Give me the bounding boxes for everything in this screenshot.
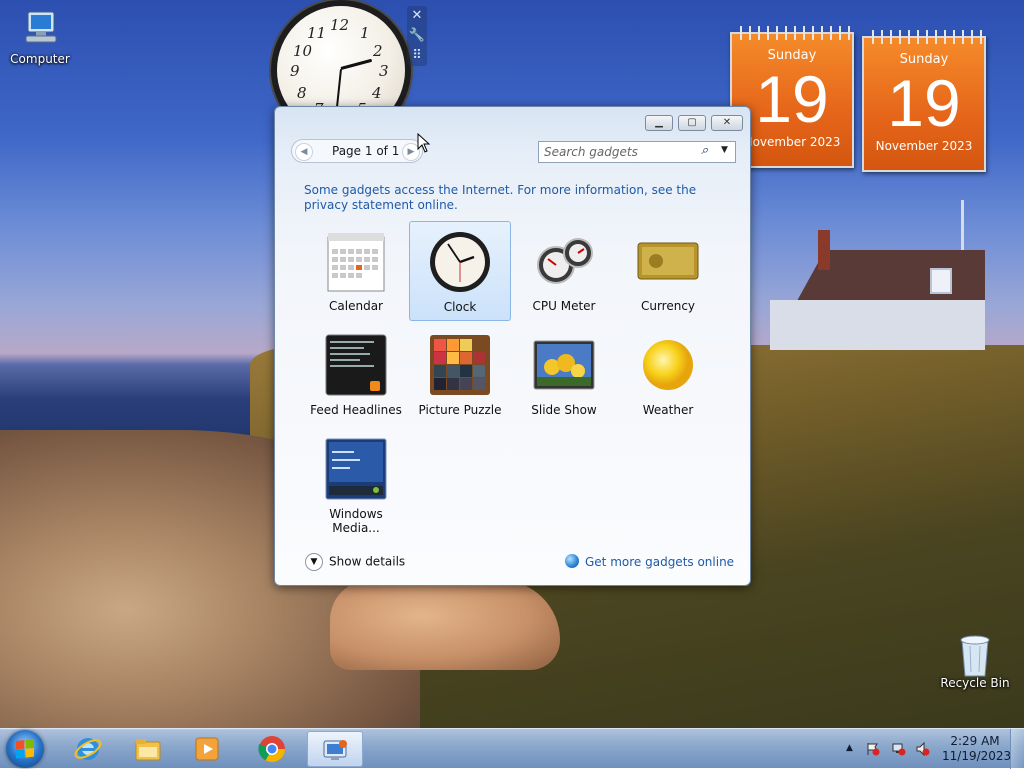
gadget-tile-currency[interactable]: Currency [617, 221, 719, 321]
foreground-boulder [330, 580, 560, 670]
clock-number: 12 [330, 16, 350, 34]
clock-number: 8 [297, 84, 307, 102]
minimize-button[interactable]: ▁ [645, 115, 673, 131]
computer-icon [18, 8, 62, 48]
previous-page-icon[interactable]: ◀ [295, 143, 313, 161]
recycle-bin-icon [953, 632, 997, 677]
calendar-rings [736, 26, 850, 40]
hour-hand [340, 58, 373, 70]
gadget-tile-clock[interactable]: Clock [409, 221, 511, 321]
taskbar-chrome[interactable] [246, 731, 298, 767]
show-hidden-icons-icon[interactable]: ▲ [846, 743, 853, 753]
clock-number: 4 [372, 84, 382, 102]
close-icon[interactable]: ✕ [407, 6, 427, 26]
chevron-down-icon: ▼ [305, 553, 323, 571]
taskbar-clock[interactable]: 2:29 AM 11/19/2023 [942, 734, 1012, 764]
get-more-gadgets-link[interactable]: Get more gadgets online [565, 554, 734, 569]
gadget-tile-cpu-meter[interactable]: CPU Meter [513, 221, 615, 321]
clock-icon [428, 230, 492, 294]
gadget-tile-windows-media[interactable]: Windows Media... [305, 429, 407, 535]
desktop-background: Computer Recycle Bin 12 1 2 3 4 5 6 7 8 … [0, 0, 1024, 769]
clock-number: 1 [360, 24, 370, 42]
picture-puzzle-icon [428, 333, 492, 397]
volume-muted-icon[interactable] [916, 741, 930, 757]
desktop-icon-recycle-bin[interactable]: Recycle Bin [935, 632, 1015, 690]
close-button[interactable]: ✕ [711, 115, 743, 131]
cpu-meter-icon [532, 229, 596, 293]
gadget-label: Picture Puzzle [418, 403, 502, 417]
clock-number: 10 [293, 42, 313, 60]
gadget-label: Feed Headlines [310, 403, 402, 417]
taskbar-file-explorer[interactable] [122, 731, 174, 767]
network-icon[interactable] [892, 742, 906, 756]
desktop-icon-label: Recycle Bin [940, 676, 1010, 690]
mouse-cursor-icon [417, 132, 431, 157]
slide-show-icon [532, 333, 596, 397]
wrench-icon[interactable]: 🔧 [407, 26, 427, 46]
start-button[interactable] [6, 730, 44, 768]
globe-icon [565, 554, 579, 568]
gadget-controls: ✕ 🔧 ⠿ [407, 6, 427, 66]
gadget-label: CPU Meter [532, 299, 596, 313]
desktop-icon-computer[interactable]: Computer [0, 8, 80, 66]
get-more-label: Get more gadgets online [585, 555, 735, 569]
clock-number: 2 [373, 42, 383, 60]
show-details-button[interactable]: ▼ Show details [305, 553, 405, 571]
gadget-label: Currency [640, 299, 696, 313]
chevron-down-icon[interactable]: ▼ [721, 145, 728, 155]
media-player-icon [193, 734, 223, 764]
taskbar-time: 2:29 AM [950, 734, 1000, 748]
taskbar: ▲ 2:29 AM 11/19/2023 [0, 728, 1024, 769]
calendar-gadget[interactable]: Sunday 19 November 2023 [862, 30, 986, 172]
taskbar-internet-explorer[interactable] [62, 731, 114, 767]
gadget-label: Weather [642, 403, 694, 417]
calendar-day: 19 [887, 66, 961, 140]
currency-icon [636, 229, 700, 293]
lighthouse-house [770, 230, 985, 350]
taskbar-gadgets[interactable] [307, 731, 363, 767]
notification-area: ▲ 2:29 AM 11/19/2023 [842, 729, 1024, 769]
page-navigator: ◀ Page 1 of 1 ▶ [291, 139, 423, 163]
calendar-rings [868, 30, 982, 44]
desktop-icon-label: Computer [10, 52, 70, 66]
gadget-label: Calendar [329, 299, 383, 313]
action-center-flag-icon[interactable] [866, 742, 880, 756]
calendar-weekday: Sunday [899, 52, 949, 67]
gadget-tile-weather[interactable]: Weather [617, 325, 719, 425]
calendar-icon [324, 229, 388, 293]
clock-number: 3 [379, 62, 389, 80]
page-label: Page 1 of 1 [332, 144, 400, 158]
internet-explorer-icon [73, 734, 103, 764]
search-icon[interactable]: ⌕ [701, 143, 708, 158]
weather-sun-icon [636, 333, 700, 397]
drag-handle-icon[interactable]: ⠿ [407, 46, 427, 66]
gallery-footer: ▼ Show details Get more gadgets online [275, 541, 750, 585]
gadget-tile-picture-puzzle[interactable]: Picture Puzzle [409, 325, 511, 425]
gadget-label: Clock [443, 300, 477, 314]
show-desktop-button[interactable] [1010, 729, 1024, 769]
taskbar-date: 11/19/2023 [942, 749, 1012, 763]
gadget-label: Slide Show [531, 403, 597, 417]
clock-number: 11 [307, 24, 327, 42]
windows-media-center-icon [324, 437, 388, 501]
gadget-tile-calendar[interactable]: Calendar [305, 221, 407, 321]
gadget-gallery-window: ▁ ▢ ✕ ◀ Page 1 of 1 ▶ Search gadgets ⌕ ▼… [274, 106, 751, 586]
gadget-label: Windows Media... [329, 507, 383, 535]
gadgets-icon [320, 735, 350, 765]
chrome-icon [257, 734, 287, 764]
calendar-weekday: Sunday [767, 48, 817, 63]
show-details-label: Show details [329, 554, 406, 569]
feed-headlines-icon [324, 333, 388, 397]
file-explorer-icon [133, 734, 163, 764]
gadget-tile-slide-show[interactable]: Slide Show [513, 325, 615, 425]
windows-logo-icon [16, 739, 34, 759]
clock-number: 9 [290, 62, 300, 80]
search-input[interactable]: Search gadgets ⌕ ▼ [538, 141, 736, 163]
maximize-button[interactable]: ▢ [678, 115, 706, 131]
calendar-month: November 2023 [875, 139, 973, 153]
privacy-notice-link[interactable]: Some gadgets access the Internet. For mo… [304, 183, 724, 213]
search-placeholder: Search gadgets [544, 145, 638, 159]
taskbar-media-player[interactable] [182, 731, 234, 767]
gadget-tile-feed-headlines[interactable]: Feed Headlines [305, 325, 407, 425]
